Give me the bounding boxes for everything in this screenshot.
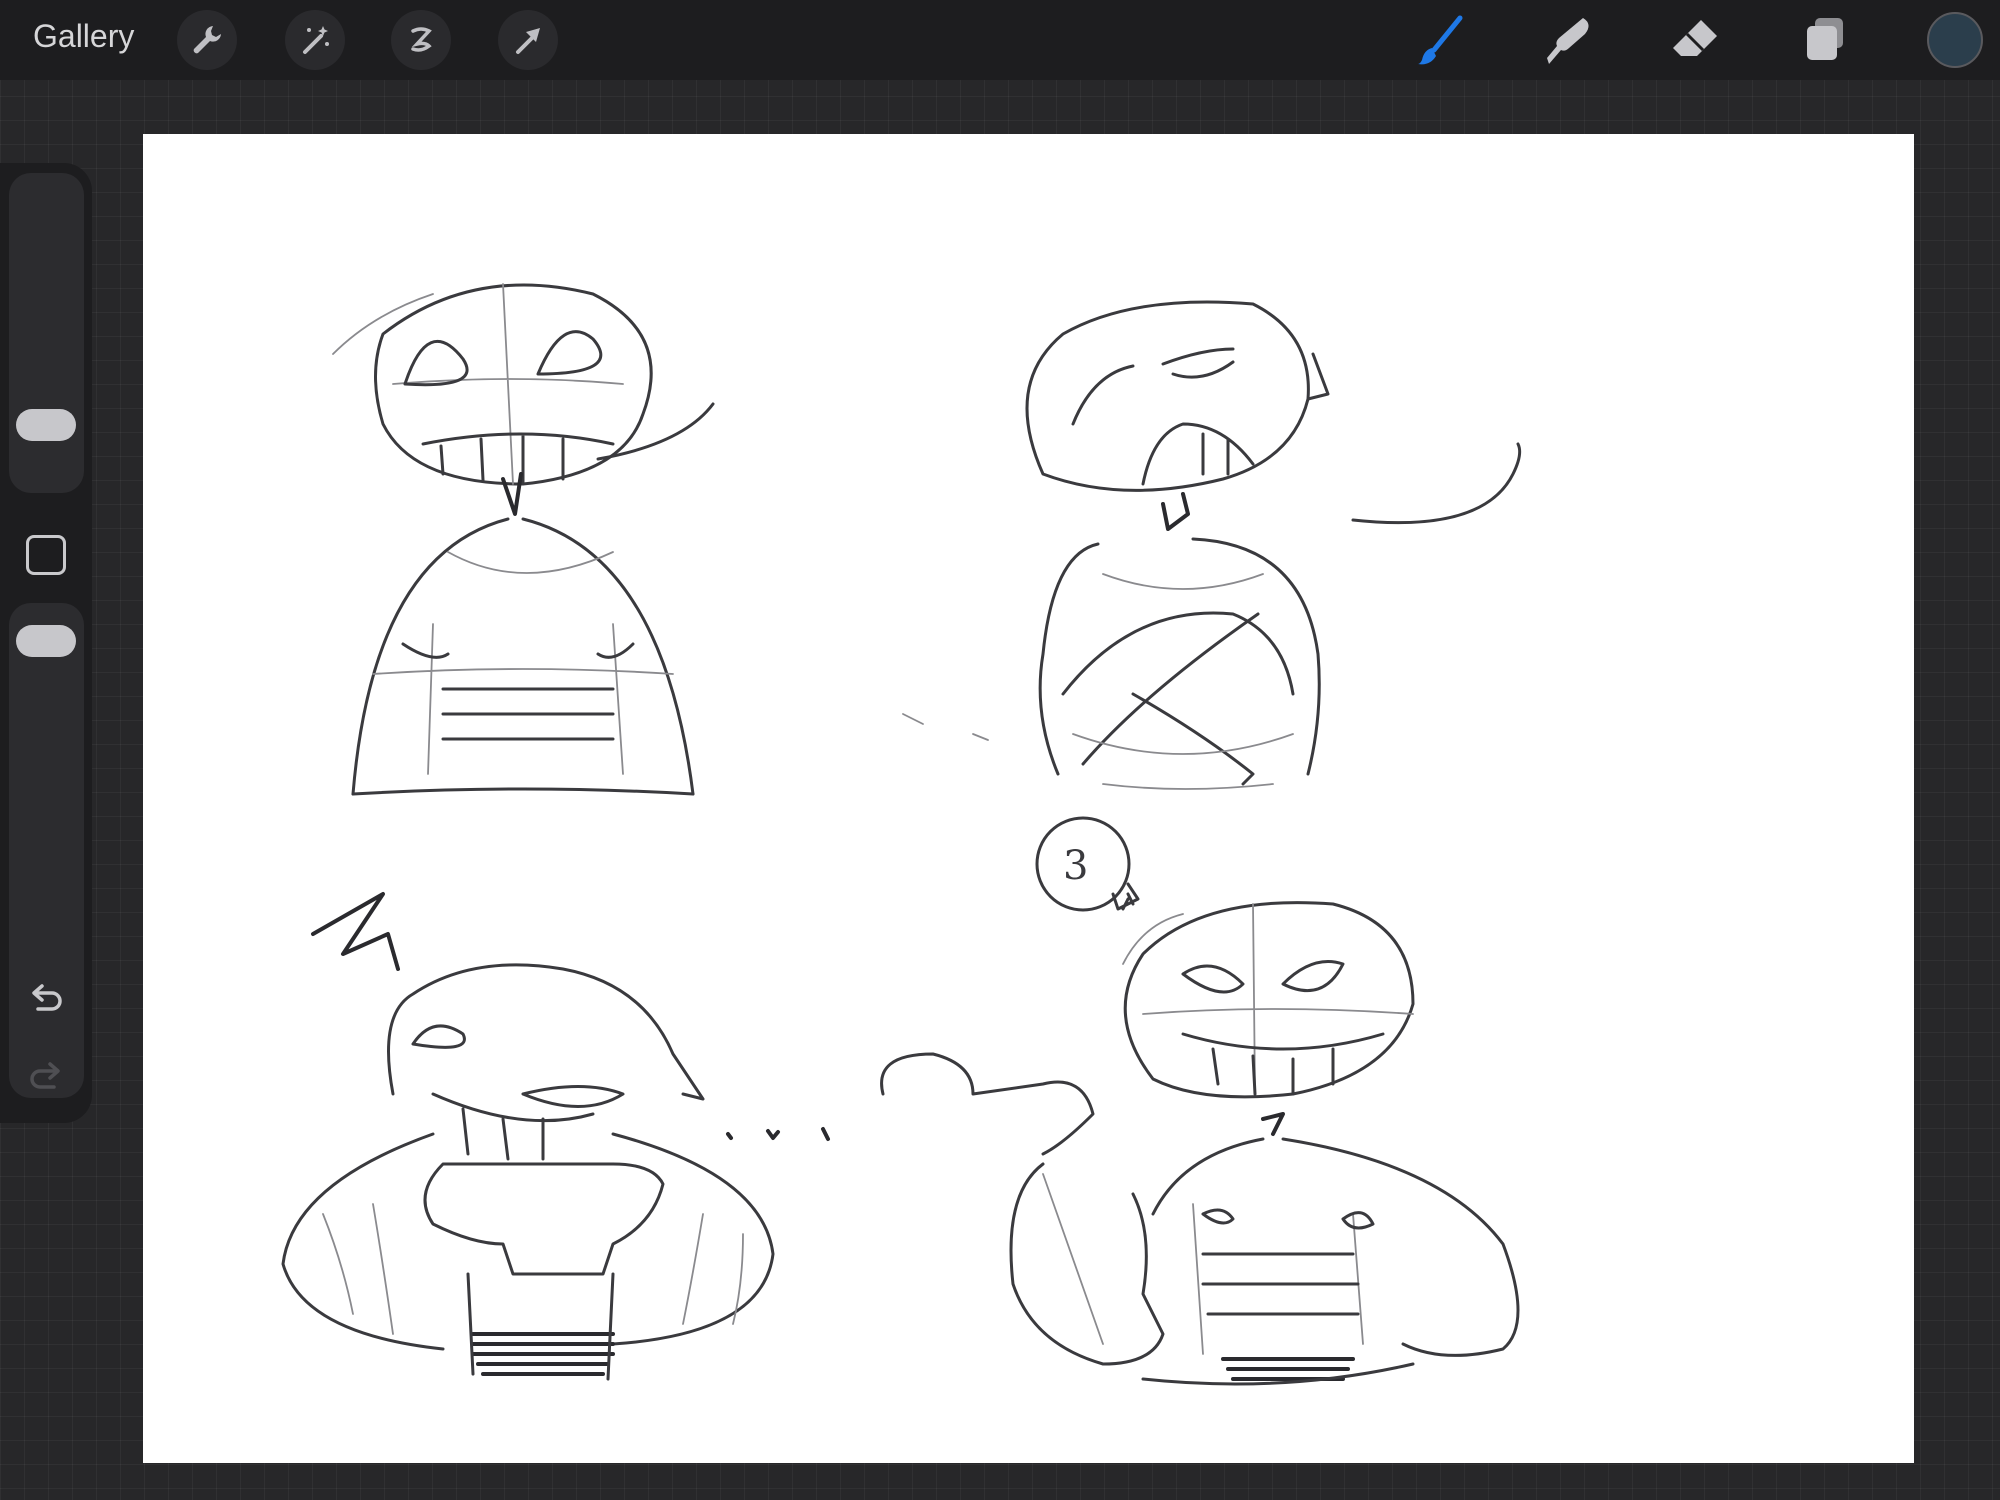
color-picker-swatch[interactable]	[1927, 12, 1983, 68]
eraser-icon	[1673, 20, 1717, 56]
pencil-sketch: 3	[281, 283, 1522, 1386]
smudge-icon	[1547, 18, 1589, 64]
wrench-icon	[193, 26, 221, 54]
thought-bubble-text: 3	[1063, 843, 1088, 889]
sidebar	[0, 163, 92, 1123]
gallery-button[interactable]: Gallery	[33, 18, 134, 55]
smudge-tool[interactable]	[1535, 10, 1599, 70]
sketch-bottom-right: 3	[880, 713, 1520, 1386]
opacity-slider[interactable]	[9, 603, 84, 1098]
transform-arrow-icon	[516, 28, 540, 54]
brush-icon	[1418, 15, 1463, 65]
selection-icon	[411, 27, 432, 52]
magic-wand-icon	[303, 26, 329, 54]
modify-button[interactable]	[26, 535, 66, 575]
sketch-top-left	[332, 283, 715, 796]
adjustments-button[interactable]	[285, 10, 345, 70]
brush-size-slider[interactable]	[9, 173, 84, 493]
eraser-tool[interactable]	[1663, 10, 1727, 70]
undo-icon[interactable]	[22, 975, 70, 1023]
sketch-top-right	[1025, 300, 1522, 790]
transform-button[interactable]	[498, 10, 558, 70]
brush-tool[interactable]	[1408, 10, 1472, 70]
actions-button[interactable]	[177, 10, 237, 70]
layers-tool[interactable]	[1793, 10, 1857, 70]
top-toolbar: Gallery	[0, 0, 2000, 80]
layers-icon	[1807, 18, 1843, 60]
opacity-thumb[interactable]	[16, 625, 76, 657]
redo-icon[interactable]	[22, 1053, 70, 1101]
selection-button[interactable]	[391, 10, 451, 70]
sketch-bottom-left	[281, 892, 830, 1381]
drawing-canvas[interactable]: 3	[143, 134, 1914, 1463]
brush-size-thumb[interactable]	[16, 409, 76, 441]
